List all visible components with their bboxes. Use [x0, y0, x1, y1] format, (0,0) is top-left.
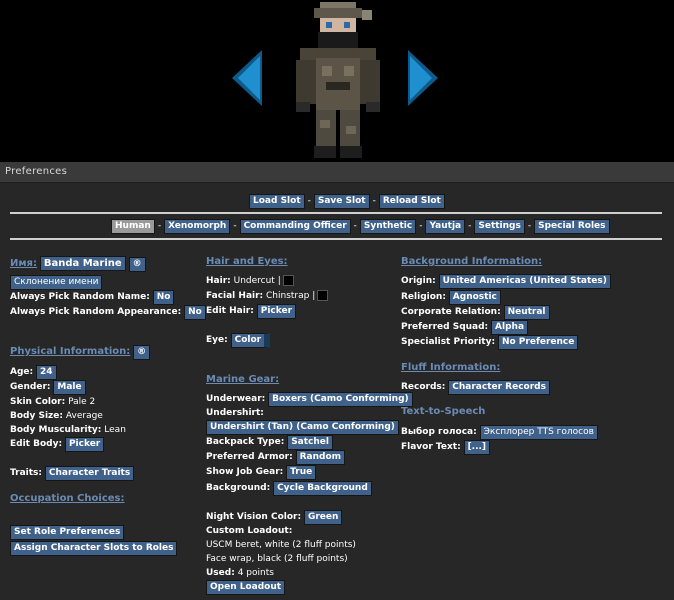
voice-select-label: Выбор голоса:	[401, 427, 477, 437]
gender-label: Gender:	[10, 382, 51, 392]
randomize-physical-button[interactable]: ®	[133, 345, 151, 360]
traits-label: Traits:	[10, 468, 43, 478]
fluff-info-header: Fluff Information:	[401, 362, 501, 373]
divider	[10, 238, 662, 240]
loadout-item: USCM beret, white (2 fluff points)	[206, 540, 356, 550]
background-label: Background:	[206, 483, 271, 493]
character-traits-button[interactable]: Character Traits	[44, 466, 135, 481]
character-records-button[interactable]: Character Records	[448, 380, 550, 395]
preferred-squad-button[interactable]: Alpha	[491, 320, 529, 335]
underwear-button[interactable]: Boxers (Camo Conforming)	[268, 392, 413, 407]
flavor-text-label: Flavor Text:	[401, 442, 461, 452]
window-title: Preferences	[5, 166, 68, 177]
tab-commanding-officer[interactable]: Commanding Officer	[239, 219, 351, 234]
eye-color-button[interactable]: Color	[230, 333, 271, 348]
origin-button[interactable]: United Americas (United States)	[438, 274, 611, 289]
preferred-armor-label: Preferred Armor:	[206, 452, 293, 462]
marine-sprite	[296, 2, 380, 158]
used-points-label: Used:	[206, 568, 235, 578]
gender-button[interactable]: Male	[53, 380, 86, 395]
divider	[10, 212, 662, 214]
arrow-right-icon[interactable]	[406, 50, 438, 106]
hair-color-swatch[interactable]	[282, 275, 294, 286]
eye-label: Eye:	[206, 335, 228, 345]
body-size-value[interactable]: Average	[66, 411, 103, 421]
tab-special-roles[interactable]: Special Roles	[534, 219, 610, 234]
underwear-label: Underwear:	[206, 394, 266, 404]
facial-hair-color-swatch[interactable]	[317, 290, 329, 301]
name-label: Имя:	[10, 258, 37, 269]
specialist-priority-label: Specialist Priority:	[401, 337, 496, 347]
random-name-button[interactable]: ®	[128, 257, 146, 272]
corporate-relation-label: Corporate Relation:	[401, 307, 501, 317]
facial-hair-label: Facial Hair:	[206, 291, 264, 301]
name-row: Имя: Banda Marine ®	[10, 256, 146, 272]
body-size-label: Body Size:	[10, 411, 63, 421]
tts-header: Text-to-Speech	[401, 406, 486, 417]
edit-body-picker-button[interactable]: Picker	[64, 437, 105, 452]
tab-bar: Human - Xenomorph - Commanding Officer - Synth…	[111, 219, 610, 234]
age-button[interactable]: 24	[36, 365, 57, 380]
age-label: Age:	[10, 367, 34, 377]
name-declension-button[interactable]: Склонение имени	[10, 275, 103, 290]
set-role-preferences-button[interactable]: Set Role Preferences	[10, 525, 125, 540]
occupation-header: Occupation Choices:	[10, 493, 125, 504]
loadout-item: Face wrap, black (2 fluff points)	[206, 554, 348, 564]
cycle-background-button[interactable]: Cycle Background	[273, 481, 372, 496]
edit-body-label: Edit Body:	[10, 439, 63, 449]
marine-gear-header: Marine Gear:	[206, 374, 280, 385]
assign-character-slots-button[interactable]: Assign Character Slots to Roles	[10, 541, 178, 556]
custom-loadout-label: Custom Loadout:	[206, 526, 293, 536]
background-info-header: Background Information:	[401, 256, 543, 267]
body-muscularity-value[interactable]: Lean	[104, 425, 126, 435]
origin-label: Origin:	[401, 276, 436, 286]
preferences-titlebar: Preferences	[0, 162, 674, 183]
used-points-value: 4 points	[237, 568, 274, 578]
load-slot-button[interactable]: Load Slot	[249, 194, 305, 209]
tab-xenomorph[interactable]: Xenomorph	[164, 219, 231, 234]
backpack-type-button[interactable]: Satchel	[287, 435, 333, 450]
religion-button[interactable]: Agnostic	[448, 290, 501, 305]
backpack-type-label: Backpack Type:	[206, 437, 285, 447]
body-muscularity-label: Body Muscularity:	[10, 425, 102, 435]
slot-toolbar: Load Slot - Save Slot - Reload Slot	[249, 194, 445, 209]
preferred-squad-label: Preferred Squad:	[401, 322, 489, 332]
religion-label: Religion:	[401, 292, 446, 302]
tab-settings[interactable]: Settings	[474, 219, 525, 234]
records-label: Records:	[401, 382, 446, 392]
hair-eyes-header: Hair and Eyes:	[206, 256, 288, 267]
always-random-name-label: Always Pick Random Name:	[10, 292, 150, 302]
tab-synthetic[interactable]: Synthetic	[359, 219, 417, 234]
tab-yautja[interactable]: Yautja	[425, 219, 466, 234]
tts-voice-explorer-button[interactable]: Эксплорер TTS голосов	[479, 425, 598, 440]
hair-label: Hair:	[206, 276, 231, 286]
flavor-text-button[interactable]: [...]	[463, 440, 491, 455]
edit-hair-picker-button[interactable]: Picker	[256, 304, 297, 319]
always-random-appearance-toggle[interactable]: No	[184, 305, 206, 320]
night-vision-color-button[interactable]: Green	[303, 510, 343, 525]
specialist-priority-button[interactable]: No Preference	[497, 335, 579, 350]
reload-slot-button[interactable]: Reload Slot	[378, 194, 445, 209]
arrow-left-icon[interactable]	[232, 50, 264, 106]
save-slot-button[interactable]: Save Slot	[313, 194, 370, 209]
facial-hair-value[interactable]: Chinstrap |	[266, 291, 315, 301]
always-random-appearance-label: Always Pick Random Appearance:	[10, 307, 182, 317]
preferred-armor-button[interactable]: Random	[295, 450, 346, 465]
edit-hair-label: Edit Hair:	[206, 306, 254, 316]
show-job-gear-label: Show Job Gear:	[206, 467, 284, 477]
skin-color-label: Skin Color:	[10, 397, 66, 407]
undershirt-button[interactable]: Undershirt (Tan) (Camo Conforming)	[206, 420, 399, 435]
always-random-name-toggle[interactable]: No	[152, 290, 175, 305]
undershirt-label: Undershirt:	[206, 408, 264, 418]
open-loadout-button[interactable]: Open Loadout	[206, 580, 286, 595]
physical-info-header: Physical Information:	[10, 346, 131, 357]
character-preview	[0, 0, 674, 162]
corporate-relation-button[interactable]: Neutral	[503, 305, 550, 320]
tab-human[interactable]: Human	[111, 219, 155, 234]
night-vision-color-label: Night Vision Color:	[206, 512, 302, 522]
skin-color-value[interactable]: Pale 2	[68, 397, 95, 407]
show-job-gear-button[interactable]: True	[286, 465, 317, 480]
name-button[interactable]: Banda Marine	[39, 256, 126, 271]
hair-value[interactable]: Undercut |	[234, 276, 281, 286]
